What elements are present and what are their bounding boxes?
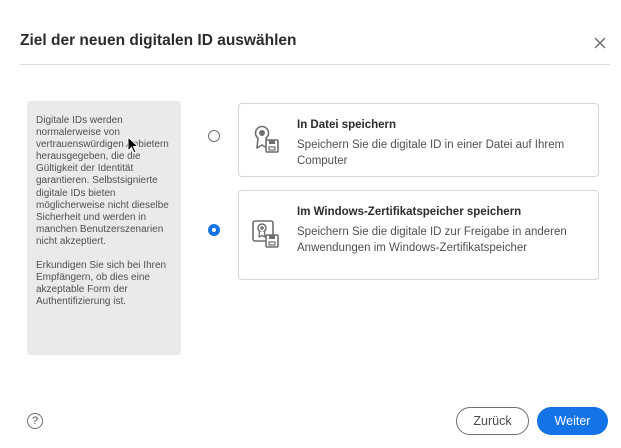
radio-save-to-windows-store[interactable] bbox=[208, 224, 220, 236]
title-divider bbox=[20, 64, 610, 65]
option-description-save-to-windows-store: Speichern Sie die digitale ID zur Freiga… bbox=[297, 226, 567, 254]
mouse-cursor-icon bbox=[127, 136, 139, 154]
info-paragraph-1: Digitale IDs werden normalerweise von ve… bbox=[36, 115, 169, 247]
back-button[interactable]: Zurück bbox=[456, 407, 529, 435]
info-paragraph-2: Erkundigen Sie sich bei Ihren Empfängern… bbox=[36, 260, 167, 308]
close-icon[interactable] bbox=[591, 34, 609, 52]
option-title-save-to-file: In Datei speichern bbox=[297, 119, 397, 131]
option-description-save-to-file: Speichern Sie die digitale ID in einer D… bbox=[297, 139, 565, 167]
option-card-save-to-file[interactable]: In Datei speichern Speichern Sie die dig… bbox=[238, 103, 599, 177]
radio-save-to-file[interactable] bbox=[208, 130, 220, 142]
certificate-file-icon bbox=[254, 125, 279, 153]
help-icon[interactable]: ? bbox=[27, 413, 43, 429]
next-button[interactable]: Weiter bbox=[537, 407, 608, 435]
certificate-store-icon bbox=[252, 220, 279, 248]
dialog-title: Ziel der neuen digitalen ID auswählen bbox=[20, 32, 297, 49]
option-title-save-to-windows-store: Im Windows-Zertifikatspeicher speichern bbox=[297, 206, 522, 218]
option-card-save-to-windows-store[interactable]: Im Windows-Zertifikatspeicher speichern … bbox=[238, 190, 599, 280]
info-panel: Digitale IDs werden normalerweise von ve… bbox=[27, 101, 181, 355]
